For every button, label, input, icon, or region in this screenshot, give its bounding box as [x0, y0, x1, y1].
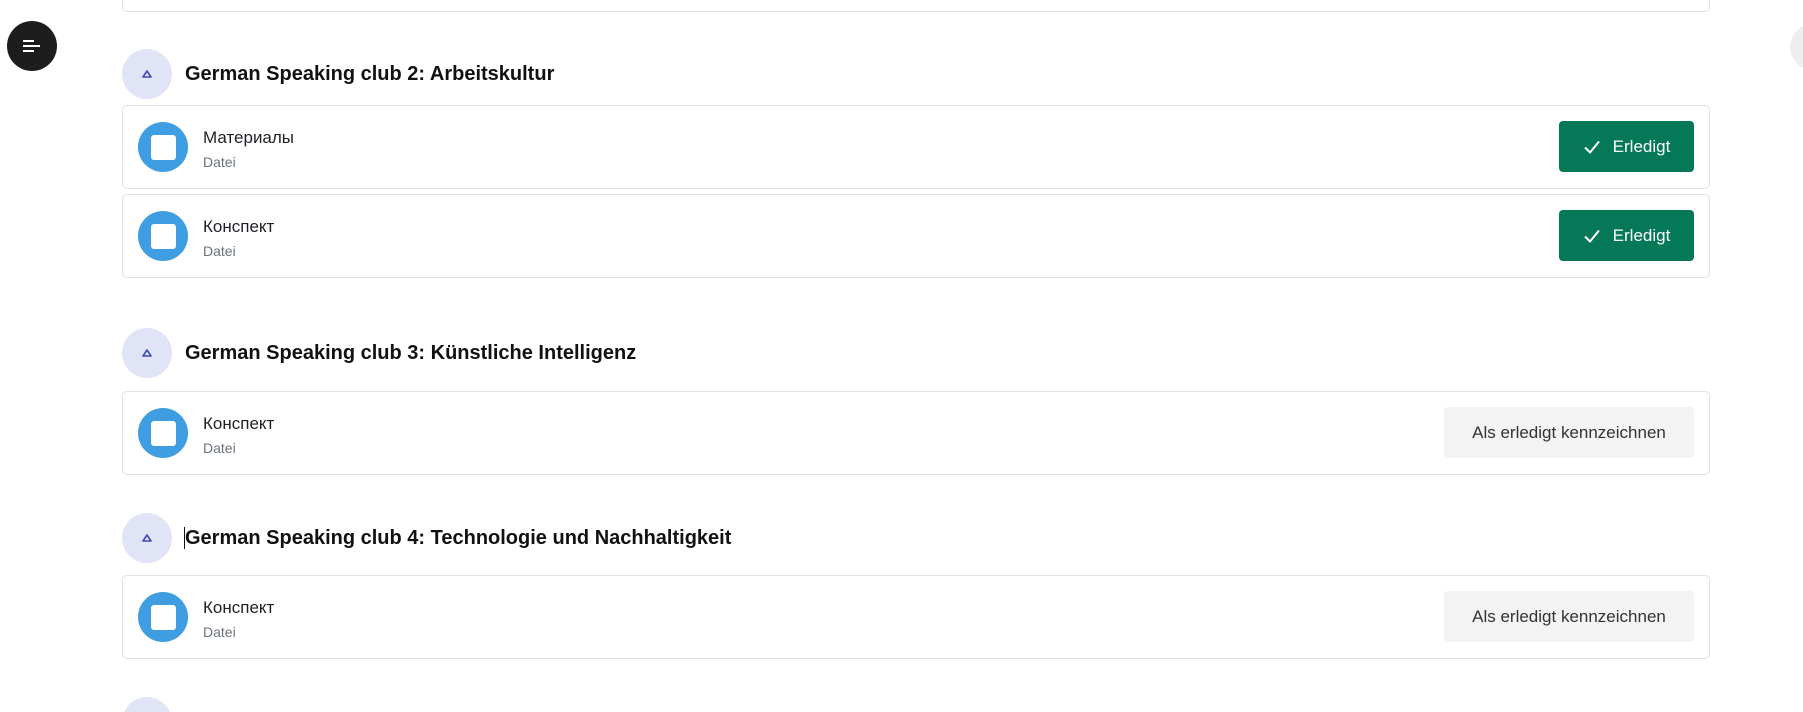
file-icon[interactable] [138, 592, 188, 642]
section-header: German Speaking club 3: Künstliche Intel… [122, 328, 1710, 378]
section-title[interactable]: German Speaking club 4: Technologie und … [184, 526, 732, 550]
activity-item: Конспект Datei Als erledigt kennzeichnen [122, 391, 1710, 475]
menu-icon [23, 40, 40, 52]
block-drawer-toggle-button[interactable] [1790, 24, 1803, 70]
course-section: German Speaking club 2: Arbeitskultur Ма… [122, 49, 1710, 278]
section-collapse-button[interactable] [122, 697, 172, 712]
section-header: German Speaking club 2: Arbeitskultur [122, 49, 1710, 99]
mark-as-done-button[interactable]: Als erledigt kennzeichnen [1444, 407, 1694, 458]
completion-done-button[interactable]: Erledigt [1559, 121, 1694, 172]
activity-item: Конспект Datei Erledigt [122, 194, 1710, 278]
activity-type-label: Datei [203, 440, 236, 456]
activity-type-label: Datei [203, 243, 236, 259]
activity-name-link[interactable]: Конспект [203, 598, 274, 618]
section-title[interactable]: German Speaking club 2: Arbeitskultur [185, 63, 554, 86]
text-cursor [184, 526, 185, 549]
completion-label: Erledigt [1612, 225, 1671, 245]
activity-type-label: Datei [203, 624, 236, 640]
section-header: German Speaking club 4: Technologie und … [122, 513, 1710, 563]
activity-name-link[interactable]: Конспект [203, 414, 274, 434]
section-title[interactable]: German Speaking club 3: Künstliche Intel… [185, 342, 636, 365]
mark-as-done-button[interactable]: Als erledigt kennzeichnen [1444, 591, 1694, 642]
completion-label: Erledigt [1612, 136, 1671, 156]
chevron-up-icon [142, 534, 152, 542]
check-icon [1583, 229, 1600, 243]
course-page: German Speaking club 2: Arbeitskultur Ма… [0, 0, 1803, 712]
check-icon [1583, 140, 1600, 154]
section-collapse-button[interactable] [122, 49, 172, 99]
section-collapse-button[interactable] [122, 513, 172, 563]
chevron-up-icon [142, 70, 152, 78]
file-icon[interactable] [138, 211, 188, 261]
file-icon[interactable] [138, 122, 188, 172]
activity-name-link[interactable]: Материалы [203, 128, 294, 148]
activity-type-label: Datei [203, 154, 236, 170]
section-collapse-button[interactable] [122, 328, 172, 378]
course-section: German Speaking club 3: Künstliche Intel… [122, 328, 1710, 475]
completion-done-button[interactable]: Erledigt [1559, 210, 1694, 261]
section-title-text: German Speaking club 4: Technologie und … [185, 526, 732, 549]
previous-activity-card [122, 0, 1710, 12]
activity-name-link[interactable]: Конспект [203, 217, 274, 237]
activity-item: Конспект Datei Als erledigt kennzeichnen [122, 575, 1710, 659]
chevron-up-icon [142, 349, 152, 357]
file-icon[interactable] [138, 408, 188, 458]
course-section: German Speaking club 4: Technologie und … [122, 513, 1710, 659]
activity-item: Материалы Datei Erledigt [122, 105, 1710, 189]
course-index-toggle-button[interactable] [7, 21, 57, 71]
